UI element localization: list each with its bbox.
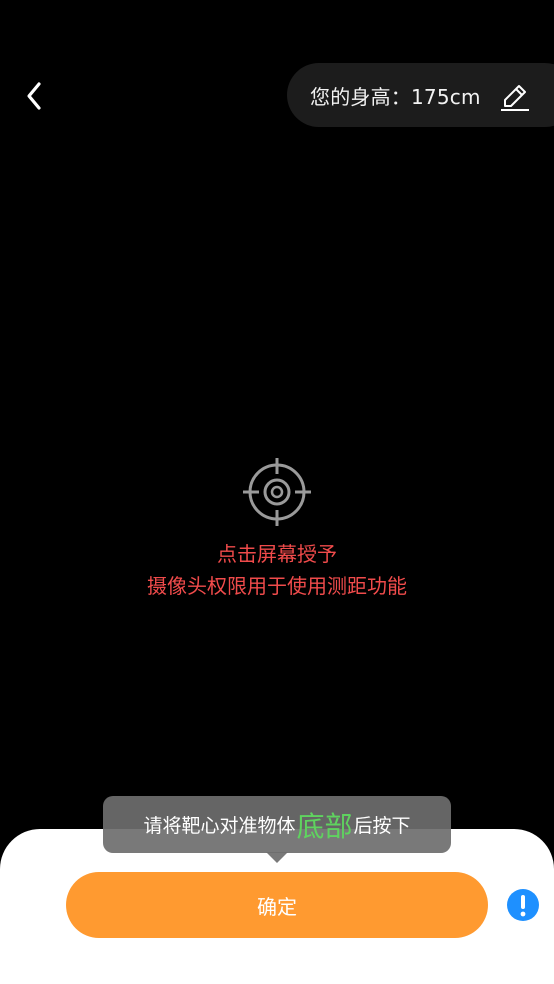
chevron-left-icon xyxy=(27,82,41,110)
back-button[interactable] xyxy=(12,74,56,118)
measure-screen: 您的身高：175cm 点击屏幕授予 摄像头权限用于使用测距功能 确定 请将靶心对… xyxy=(0,0,554,984)
confirm-button[interactable]: 确定 xyxy=(66,872,488,938)
tooltip-text-after: 后按下 xyxy=(353,815,411,837)
tooltip-emphasis: 底部 xyxy=(296,809,353,843)
info-button[interactable] xyxy=(507,889,539,921)
tooltip-text-before: 请将靶心对准物体 xyxy=(143,815,296,837)
aim-hint-tooltip: 请将靶心对准物体 底部 后按下 xyxy=(103,796,451,853)
height-setting[interactable]: 您的身高：175cm xyxy=(287,63,554,127)
exclamation-info-icon xyxy=(520,895,526,917)
crosshair-target-icon xyxy=(243,458,311,526)
permission-text-line-1: 点击屏幕授予 xyxy=(217,542,337,566)
tooltip-arrow xyxy=(266,852,288,863)
camera-permission-prompt[interactable]: 点击屏幕授予 摄像头权限用于使用测距功能 xyxy=(0,456,554,602)
permission-text-line-2: 摄像头权限用于使用测距功能 xyxy=(147,574,407,598)
pencil-icon[interactable] xyxy=(499,80,531,112)
height-label: 您的身高：175cm xyxy=(310,84,481,109)
